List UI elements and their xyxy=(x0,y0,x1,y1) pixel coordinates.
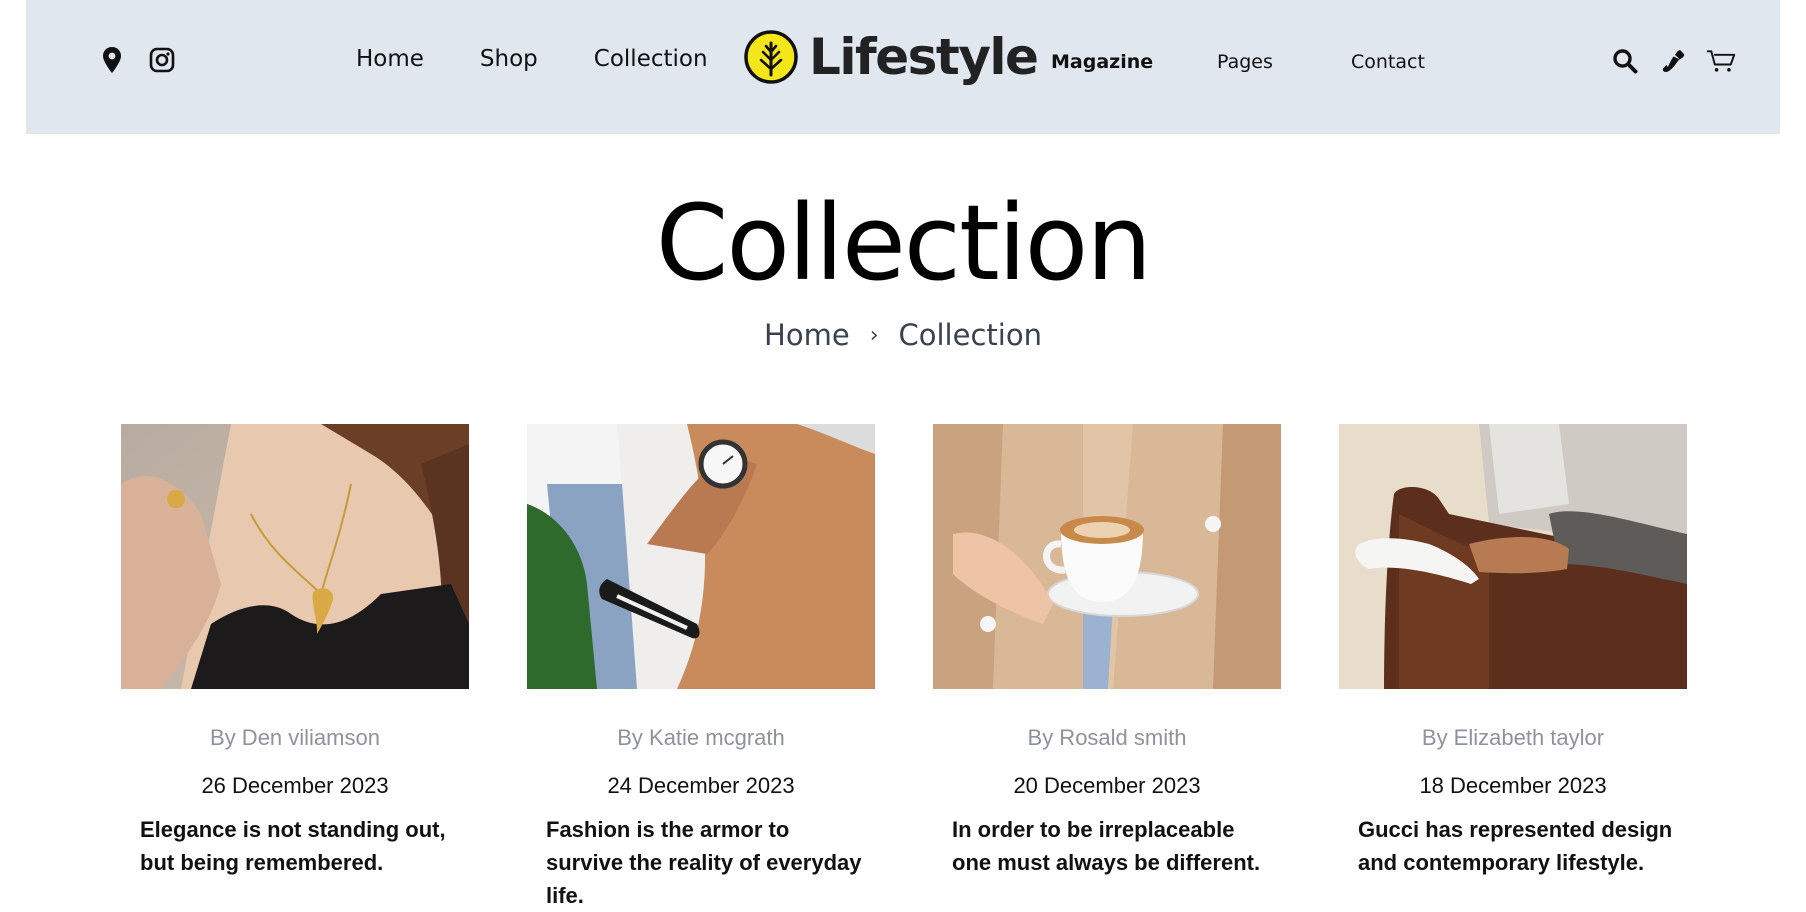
chevron-right-icon: › xyxy=(869,322,879,348)
card-headline[interactable]: In order to be irreplaceable one must al… xyxy=(933,813,1281,879)
breadcrumb: Home › Collection xyxy=(0,318,1806,352)
wristwatch-sunglasses-photo[interactable] xyxy=(527,424,875,689)
header-actions xyxy=(1610,46,1736,76)
nav-home[interactable]: Home xyxy=(356,46,424,72)
nav-magazine[interactable]: Magazine xyxy=(1051,51,1217,73)
article-card[interactable]: By Rosald smith 20 December 2023 In orde… xyxy=(933,424,1281,912)
search-icon[interactable] xyxy=(1610,46,1640,76)
page-title: Collection xyxy=(655,182,1152,304)
card-author: By Den viliamson xyxy=(210,725,380,750)
nav-shop[interactable]: Shop xyxy=(480,46,538,72)
card-date: 18 December 2023 xyxy=(1419,773,1607,798)
card-date: 20 December 2023 xyxy=(1013,773,1201,798)
card-headline[interactable]: Elegance is not standing out, but being … xyxy=(121,813,469,879)
article-card[interactable]: By Den viliamson 26 December 2023 Elegan… xyxy=(121,424,469,912)
article-card[interactable]: By Elizabeth taylor 18 December 2023 Guc… xyxy=(1339,424,1687,912)
instagram-icon[interactable] xyxy=(148,46,176,74)
site-logo[interactable]: Lifestyle xyxy=(743,28,1039,86)
cart-icon[interactable] xyxy=(1706,46,1736,76)
card-headline[interactable]: Fashion is the armor to survive the real… xyxy=(527,813,875,912)
coffee-cup-photo[interactable] xyxy=(933,424,1281,689)
card-author: By Katie mcgrath xyxy=(617,725,785,750)
logo-text: Lifestyle xyxy=(809,28,1039,86)
article-card[interactable]: By Katie mcgrath 24 December 2023 Fashio… xyxy=(527,424,875,912)
site-header: Home Shop Collection Lifestyle Magazine … xyxy=(26,0,1780,134)
logo-leaf-icon xyxy=(744,30,798,84)
card-date: 26 December 2023 xyxy=(201,773,389,798)
card-author: By Rosald smith xyxy=(1027,725,1187,750)
article-cards: By Den viliamson 26 December 2023 Elegan… xyxy=(121,424,1687,912)
breadcrumb-home[interactable]: Home xyxy=(764,318,850,352)
nav-collection[interactable]: Collection xyxy=(594,46,708,72)
breadcrumb-current: Collection xyxy=(898,318,1042,352)
main-nav-right: Magazine Pages Contact xyxy=(1051,51,1425,73)
woman-necklace-photo[interactable] xyxy=(121,424,469,689)
nav-contact[interactable]: Contact xyxy=(1351,51,1425,73)
card-date: 24 December 2023 xyxy=(607,773,795,798)
location-pin-icon[interactable] xyxy=(98,46,126,74)
phone-icon[interactable] xyxy=(1658,46,1688,76)
main-nav-left: Home Shop Collection xyxy=(356,46,708,72)
header-social-links xyxy=(98,46,176,74)
nav-pages[interactable]: Pages xyxy=(1217,51,1351,73)
card-headline[interactable]: Gucci has represented design and contemp… xyxy=(1339,813,1687,879)
slipper-chair-photo[interactable] xyxy=(1339,424,1687,689)
card-author: By Elizabeth taylor xyxy=(1421,725,1605,750)
